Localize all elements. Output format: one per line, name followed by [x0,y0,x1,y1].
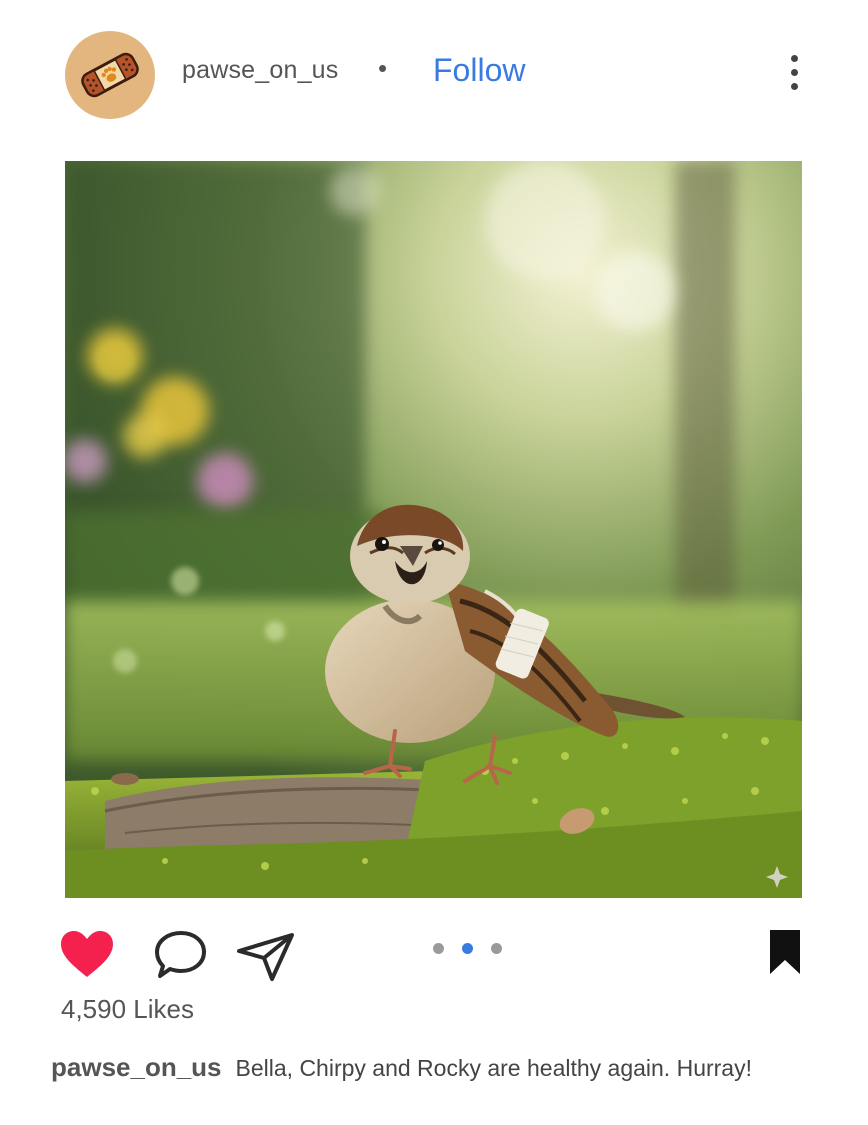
paper-plane-icon[interactable] [236,931,296,988]
bookmark-icon[interactable] [768,928,802,981]
caption-text: Bella, Chirpy and Rocky are healthy agai… [235,1055,752,1081]
more-options-icon[interactable] [780,52,810,92]
avatar[interactable] [65,31,155,119]
carousel-indicator [430,943,510,955]
carousel-dot[interactable] [462,943,473,954]
carousel-dot[interactable] [491,943,502,954]
post-caption: pawse_on_us Bella, Chirpy and Rocky are h… [51,1052,831,1083]
sparrow-photo [65,161,802,898]
carousel-dot[interactable] [433,943,444,954]
separator-dot: • [378,53,388,83]
caption-username[interactable]: pawse_on_us [51,1052,222,1082]
heart-icon[interactable] [59,929,115,984]
comment-icon[interactable] [153,929,209,986]
bandage-paw-icon [81,52,139,98]
post-username[interactable]: pawse_on_us [182,56,339,85]
likes-count[interactable]: 4,590 Likes [61,994,194,1025]
follow-button[interactable]: Follow [433,52,525,89]
post-header: pawse_on_us • Follow [0,0,868,150]
post-image[interactable] [65,161,802,898]
